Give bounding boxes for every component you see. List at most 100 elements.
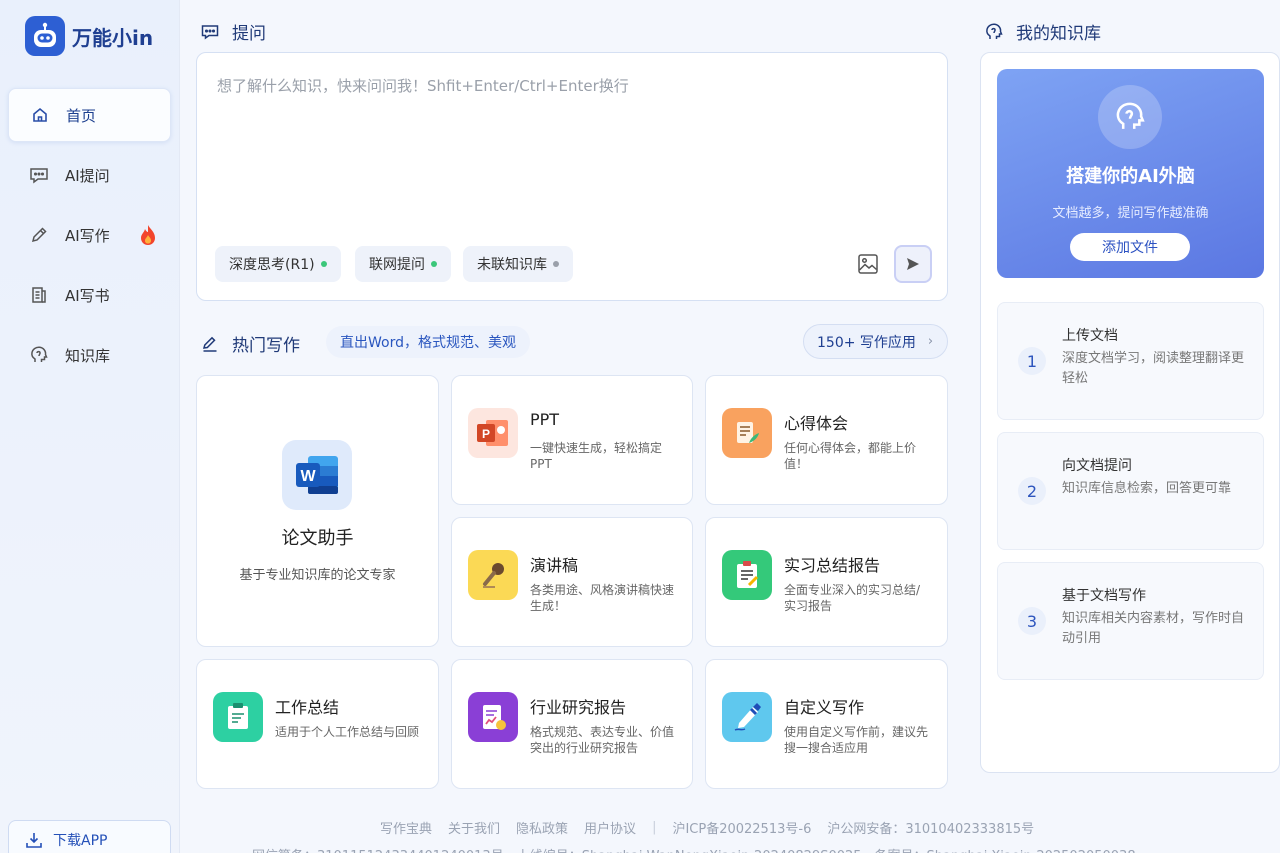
step-desc: 知识库相关内容素材，写作时自动引用 [1062,611,1245,646]
knowledge-base-toggle[interactable]: 未联知识库 [463,246,573,282]
card-title: 论文助手 [281,528,354,549]
custom-writing-card[interactable]: 自定义写作 使用自定义写作前，建议先搜一搜合适应用 [705,659,948,789]
brain-icon [28,344,50,366]
sidebar: 万能小in 首页 AI提问 AI写作 AI写书 知识库 下载APP [0,0,180,853]
word-icon: W [282,440,352,510]
card-title: 心得体会 [784,414,849,433]
ask-title-text: 提问 [232,24,266,44]
brand-name: 万能小in [72,25,154,50]
footer-link[interactable]: 隐私政策 [516,818,568,837]
footer-icp[interactable]: 沪ICP备20022513号-6 [672,818,811,837]
card-title: PPT [530,410,560,429]
footer-links: 写作宝典 关于我们 隐私政策 用户协议 | 沪ICP备20022513号-6 沪… [380,818,1050,837]
kb-step-ask[interactable]: 2 向文档提问 知识库信息检索，回答更可靠 [997,432,1264,550]
step-title: 向文档提问 [1062,458,1132,474]
image-icon [858,254,878,274]
sidebar-item-label: 知识库 [65,346,111,365]
brain-icon [1098,85,1162,149]
download-icon [25,831,43,849]
kb-title-text: 我的知识库 [1016,24,1101,44]
industry-report-card[interactable]: 行业研究报告 格式规范、表达专业、价值突出的行业研究报告 [451,659,693,789]
step-desc: 深度文档学习，阅读整理翻译更轻松 [1062,351,1245,386]
ask-input[interactable]: 想了解什么知识，快来问问我！Shfit+Enter/Ctrl+Enter换行 [217,75,629,96]
kb-hero-title: 搭建你的AI外脑 [1066,166,1195,187]
more-apps-label: 150+ 写作应用 [817,334,916,351]
brain-icon [984,22,1004,42]
footer-registration: 网信算备：310115124334401240013号 上线编号：Shangha… [252,845,1136,853]
status-dot [320,261,327,267]
thesis-assistant-card[interactable]: W 论文助手 基于专业知识库的论文专家 [196,375,439,647]
chip-label: 深度思考(R1) [229,257,315,273]
chip-label: 联网提问 [369,257,425,273]
brand-logo[interactable]: 万能小in [25,16,153,56]
sidebar-item-ai-write[interactable]: AI写作 [8,208,171,262]
chip-label: 未联知识库 [477,257,547,273]
card-title: 实习总结报告 [784,556,881,575]
sidebar-item-home[interactable]: 首页 [8,88,171,142]
microphone-icon [468,550,518,600]
sidebar-item-knowledge[interactable]: 知识库 [8,328,171,382]
hot-writing-title: 热门写作 [200,331,300,356]
sidebar-item-ai-ask[interactable]: AI提问 [8,148,171,202]
notes-icon [722,408,772,458]
kb-hero-banner: 搭建你的AI外脑 文档越多，提问写作越准确 添加文件 [997,69,1264,278]
robot-icon [25,16,65,56]
step-title: 基于文档写作 [1062,588,1146,604]
web-search-toggle[interactable]: 联网提问 [355,246,451,282]
add-file-button[interactable]: 添加文件 [1070,233,1190,261]
hot-title-text: 热门写作 [232,336,300,356]
summary-icon [213,692,263,742]
fire-icon [139,224,157,250]
knowledge-base-title: 我的知识库 [984,19,1101,44]
sidebar-item-label: 首页 [66,106,97,125]
card-desc: 一键快速生成，轻松搞定PPT [530,441,663,471]
ask-input-box[interactable]: 想了解什么知识，快来问问我！Shfit+Enter/Ctrl+Enter换行 深… [196,52,948,301]
sidebar-nav: 首页 AI提问 AI写作 AI写书 知识库 [8,88,171,388]
kb-step-upload[interactable]: 1 上传文档 深度文档学习，阅读整理翻译更轻松 [997,302,1264,420]
kb-step-write[interactable]: 3 基于文档写作 知识库相关内容素材，写作时自动引用 [997,562,1264,680]
chat-icon [28,164,50,186]
sidebar-item-label: AI提问 [65,166,110,185]
svg-text:W: W [300,468,316,485]
ppt-card[interactable]: P PPT 一键快速生成，轻松搞定PPT [451,375,693,505]
step-desc: 知识库信息检索，回答更可靠 [1062,481,1232,496]
footer-divider: | [652,820,657,835]
clipboard-icon [722,550,772,600]
more-apps-button[interactable]: 150+ 写作应用 › [803,324,948,359]
image-upload-button[interactable] [855,251,881,277]
internship-report-card[interactable]: 实习总结报告 全面专业深入的实习总结/实习报告 [705,517,948,647]
download-app-button[interactable]: 下载APP [8,820,171,853]
pen-icon [722,692,772,742]
step-number: 1 [1018,347,1046,375]
ask-section-title: 提问 [200,19,266,44]
work-summary-card[interactable]: 工作总结 适用于个人工作总结与回顾 [196,659,439,789]
pencil-icon [28,224,50,246]
send-icon [907,258,919,270]
download-app-label: 下载APP [53,833,108,849]
chat-icon [200,22,220,42]
footer-link[interactable]: 用户协议 [584,818,636,837]
knowledge-base-panel: 搭建你的AI外脑 文档越多，提问写作越准确 添加文件 1 上传文档 深度文档学习… [980,52,1280,773]
send-button[interactable] [894,245,932,283]
card-desc: 任何心得体会，都能上价值！ [784,441,917,471]
footer-link[interactable]: 写作宝典 [380,818,432,837]
step-number: 2 [1018,477,1046,505]
card-desc: 使用自定义写作前，建议先搜一搜合适应用 [784,725,929,755]
footer-link[interactable]: 关于我们 [448,818,500,837]
sidebar-item-ai-book[interactable]: AI写书 [8,268,171,322]
card-title: 工作总结 [275,698,340,717]
reflection-card[interactable]: 心得体会 任何心得体会，都能上价值！ [705,375,948,505]
footer-police[interactable]: 沪公网安备：31010402333815号 [827,818,1034,837]
card-title: 自定义写作 [784,698,865,717]
deep-think-toggle[interactable]: 深度思考(R1) [215,246,341,282]
card-desc: 格式规范、表达专业、价值突出的行业研究报告 [530,725,675,755]
card-title: 行业研究报告 [530,698,627,717]
edit-icon [200,334,220,354]
status-dot [431,261,437,267]
chevron-right-icon: › [927,334,934,349]
speech-card[interactable]: 演讲稿 各类用途、风格演讲稿快速生成！ [451,517,693,647]
card-desc: 基于专业知识库的论文专家 [239,568,396,583]
hot-writing-tag: 直出Word，格式规范、美观 [326,326,530,358]
ppt-icon: P [468,408,518,458]
card-desc: 全面专业深入的实习总结/实习报告 [784,583,921,613]
